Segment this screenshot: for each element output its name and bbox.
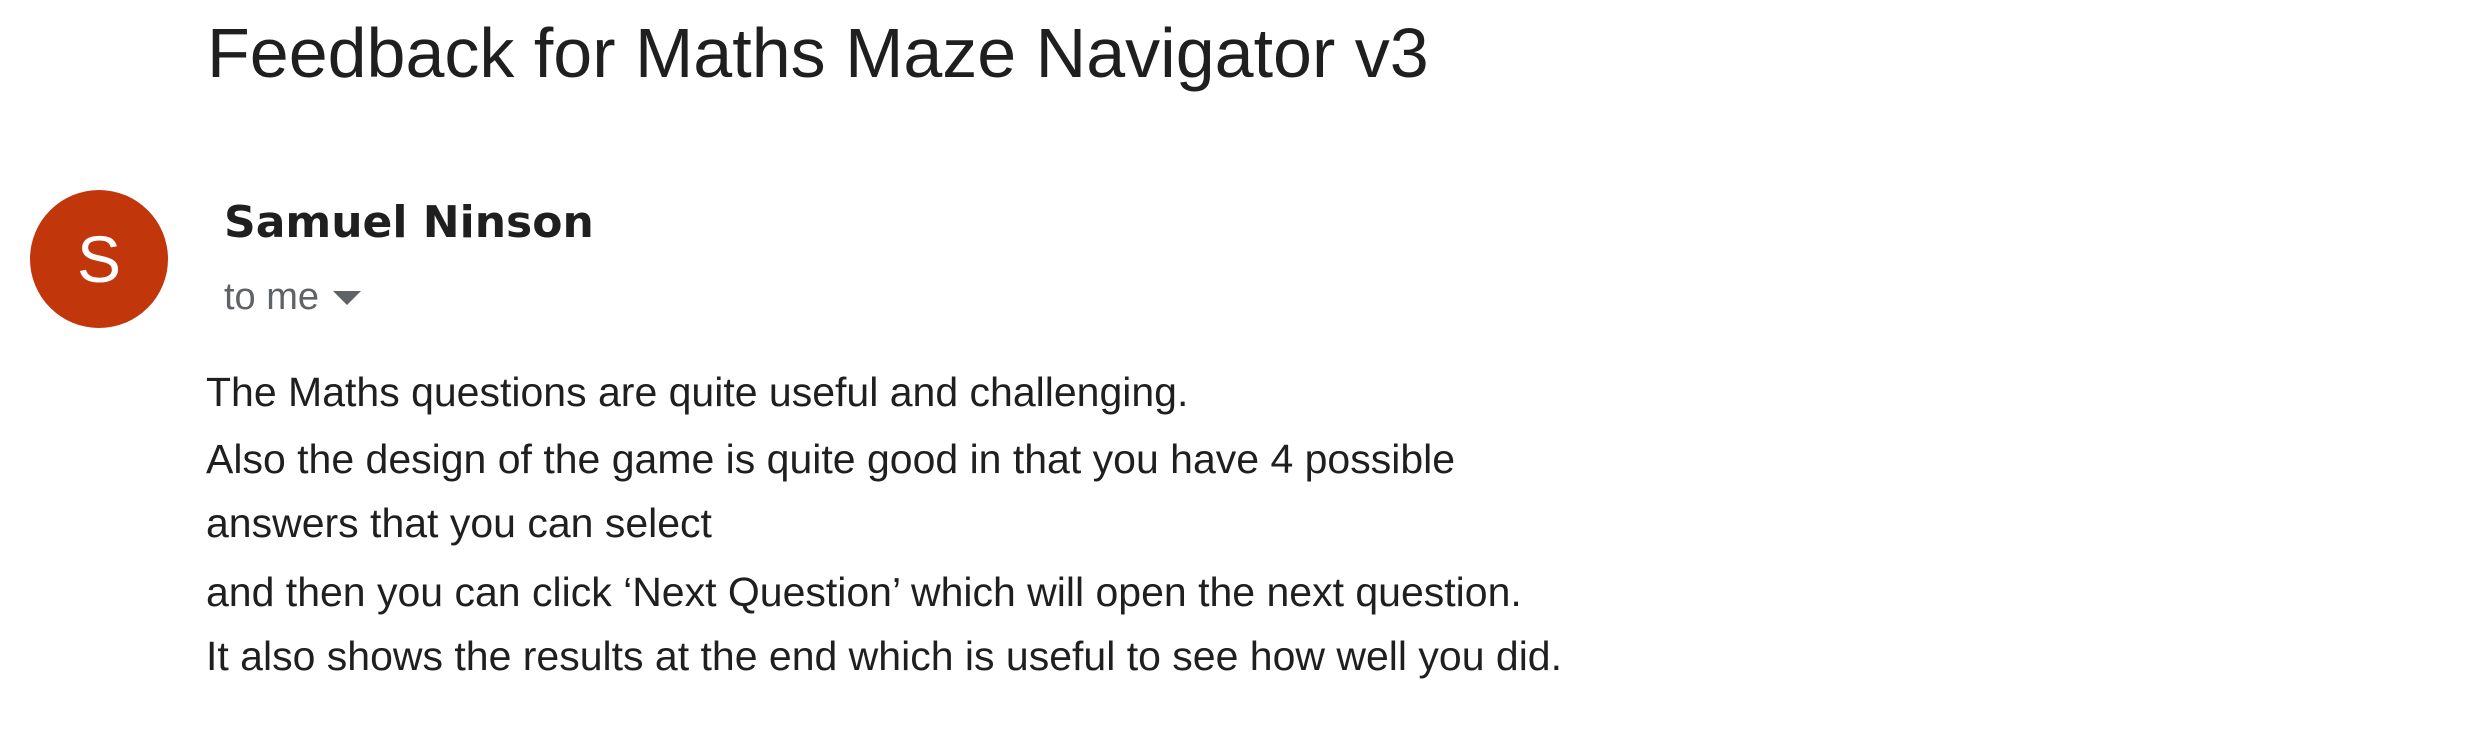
sender-avatar[interactable]: S (30, 190, 168, 328)
recipient-details-toggle[interactable]: to me (224, 272, 362, 322)
body-line: It also shows the results at the end whi… (206, 633, 1563, 679)
caret-down-icon[interactable] (333, 291, 362, 305)
body-line: answers that you can select (206, 500, 712, 546)
body-line: The Maths questions are quite useful and… (206, 369, 1189, 415)
body-line: and then you can click ‘Next Question’ w… (206, 569, 1522, 615)
email-subject: Feedback for Maths Maze Navigator v3 (207, 14, 1429, 92)
recipient-label: to me (224, 276, 320, 318)
body-line: Also the design of the game is quite goo… (206, 436, 1456, 482)
sender-name[interactable]: Samuel Ninson (224, 193, 594, 253)
